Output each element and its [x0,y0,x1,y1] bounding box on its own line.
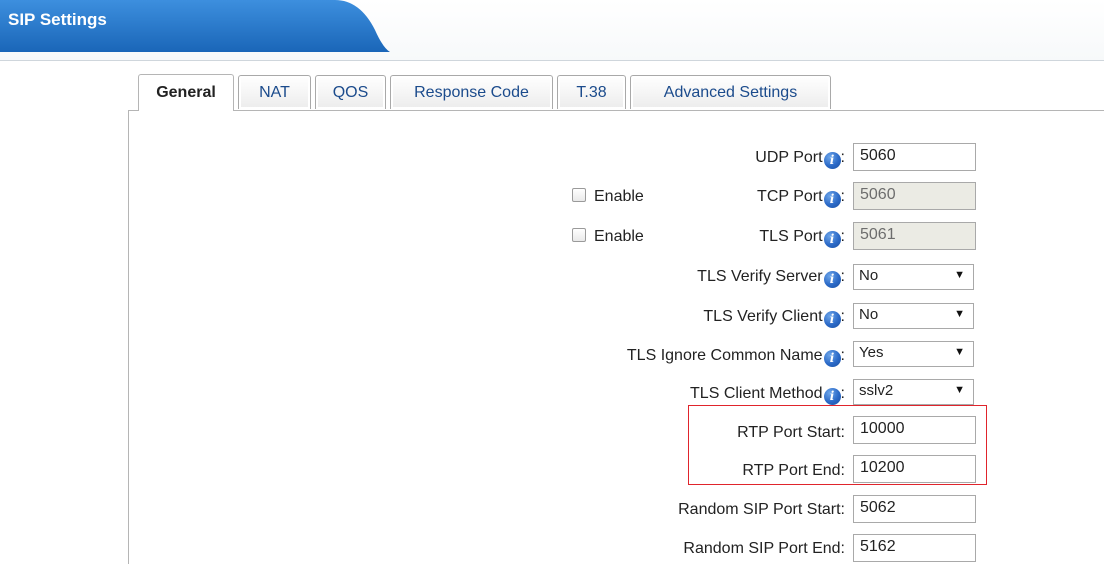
info-icon[interactable]: i [823,350,841,367]
tcp-port-input: 5060 [853,182,976,210]
tls-port-label-text: TLS Port [759,228,823,245]
info-icon[interactable]: i [823,311,841,328]
info-icon[interactable]: i [823,271,841,288]
tls-verify-server-row: TLS Verify Server i: [500,262,845,292]
rtp-port-end-label: RTP Port End: [742,462,845,479]
tls-client-method-value: sslv2 [859,382,894,399]
tls-verify-client-row: TLS Verify Client i: [500,302,845,332]
tcp-port-row: TCP Port i: [560,182,845,212]
udp-port-label-suffix: : [840,149,845,166]
page-title: SIP Settings [8,10,107,29]
tcp-port-label-suffix: : [840,188,845,205]
tab-advanced-settings[interactable]: Advanced Settings [630,75,831,109]
tls-client-method-label-text: TLS Client Method [690,385,823,402]
tls-verify-server-label-text: TLS Verify Server [697,268,823,285]
tcp-port-label-text: TCP Port [757,188,823,205]
tab-t38[interactable]: T.38 [557,75,626,109]
tab-response-code[interactable]: Response Code [390,75,553,109]
rtp-port-start-label: RTP Port Start: [737,424,845,441]
rtp-port-start-row: RTP Port Start: [600,418,845,448]
dropdown-arrow-icon: ▼ [954,308,965,320]
tcp-port-label: TCP Port i: [757,188,845,208]
tab-qos[interactable]: QOS [315,75,386,109]
tls-verify-server-value: No [859,267,879,284]
tls-ignore-common-name-row: TLS Ignore Common Name i: [480,341,845,371]
tls-verify-client-label: TLS Verify Client i: [703,308,845,328]
random-sip-port-start-label: Random SIP Port Start: [678,501,845,518]
udp-port-label: UDP Port i: [755,149,845,169]
dropdown-arrow-icon: ▼ [954,269,965,281]
tls-verify-server-label: TLS Verify Server i: [697,268,845,288]
info-icon[interactable]: i [823,152,841,169]
tls-verify-client-value: No [859,306,879,323]
tls-ignore-common-name-label: TLS Ignore Common Name i: [627,347,845,367]
info-icon[interactable]: i [823,191,841,208]
tls-ignore-common-name-label-text: TLS Ignore Common Name [626,347,823,364]
rtp-port-end-input[interactable]: 10200 [853,455,976,483]
dropdown-arrow-icon: ▼ [954,384,965,396]
udp-port-input[interactable]: 5060 [853,143,976,171]
tls-port-label: TLS Port i: [759,228,845,248]
udp-port-row: UDP Port i: [560,143,845,173]
random-sip-port-end-input[interactable]: 5162 [853,534,976,562]
header-tab: SIP Settings [0,0,390,52]
random-sip-port-end-row: Random SIP Port End: [560,534,845,564]
random-sip-port-start-input[interactable]: 5062 [853,495,976,523]
random-sip-port-start-row: Random SIP Port Start: [560,495,845,525]
udp-port-label-text: UDP Port [755,149,823,166]
tls-port-row: TLS Port i: [560,222,845,252]
tls-verify-client-label-suffix: : [840,308,845,325]
tls-port-label-suffix: : [840,228,845,245]
dropdown-arrow-icon: ▼ [954,346,965,358]
tls-client-method-label-suffix: : [840,385,845,402]
tab-general[interactable]: General [138,74,234,111]
tls-ignore-common-name-label-suffix: : [840,347,845,364]
tls-verify-client-select[interactable]: No ▼ [853,303,974,329]
info-icon[interactable]: i [823,388,841,405]
tls-verify-server-select[interactable]: No ▼ [853,264,974,290]
tab-nat[interactable]: NAT [238,75,311,109]
rtp-port-start-input[interactable]: 10000 [853,416,976,444]
tls-verify-client-label-text: TLS Verify Client [703,308,823,325]
tls-client-method-label: TLS Client Method i: [690,385,845,405]
info-icon[interactable]: i [823,231,841,248]
tab-bar: General NAT QOS Response Code T.38 Advan… [138,74,831,111]
tls-port-input: 5061 [853,222,976,250]
header-bar: SIP Settings [0,0,1104,61]
tls-client-method-select[interactable]: sslv2 ▼ [853,379,974,405]
random-sip-port-end-label: Random SIP Port End: [683,540,845,557]
tls-verify-server-label-suffix: : [840,268,845,285]
rtp-port-end-row: RTP Port End: [600,456,845,486]
tls-ignore-common-name-value: Yes [859,344,884,361]
tls-ignore-common-name-select[interactable]: Yes ▼ [853,341,974,367]
